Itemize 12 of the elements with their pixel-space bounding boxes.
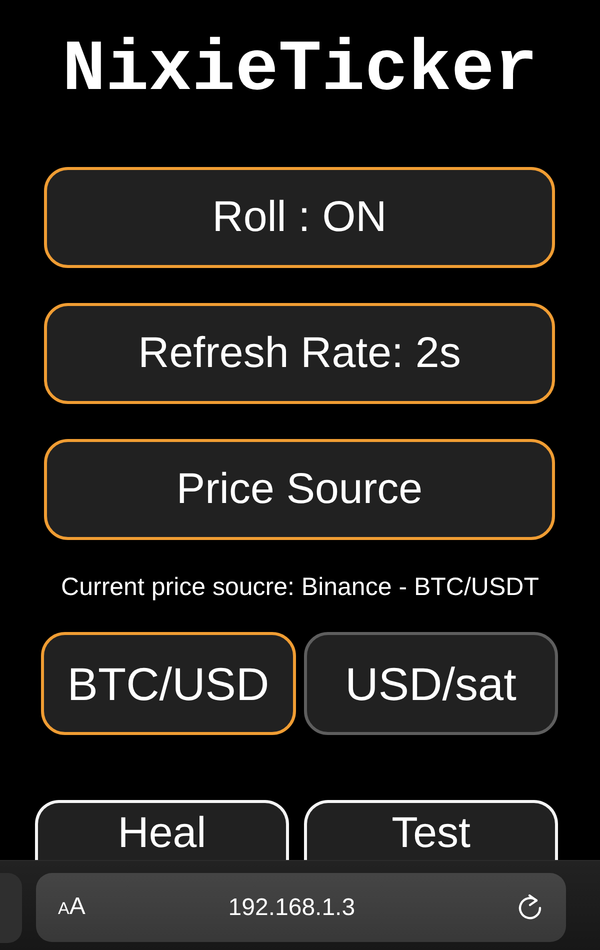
menu-button[interactable]: Price Source	[44, 439, 555, 540]
action-button[interactable]: Test	[304, 800, 558, 860]
menu-button[interactable]: Refresh Rate: 2s	[44, 303, 555, 404]
unit-toggle-button[interactable]: USD/sat	[304, 632, 558, 735]
url-text: 192.168.1.3	[227, 892, 356, 922]
price-source-note: Current price soucre: Binance - BTC/USDT	[61, 572, 539, 602]
address-bar[interactable]: AA 192.168.1.3	[36, 873, 566, 942]
menu-button[interactable]: Roll : ON	[44, 167, 555, 268]
app-title: NixieTicker	[62, 30, 538, 110]
page-format-button[interactable]: AA	[58, 892, 86, 924]
unit-toggle-button[interactable]: BTC/USD	[41, 632, 296, 735]
action-button[interactable]: Heal	[35, 800, 289, 860]
